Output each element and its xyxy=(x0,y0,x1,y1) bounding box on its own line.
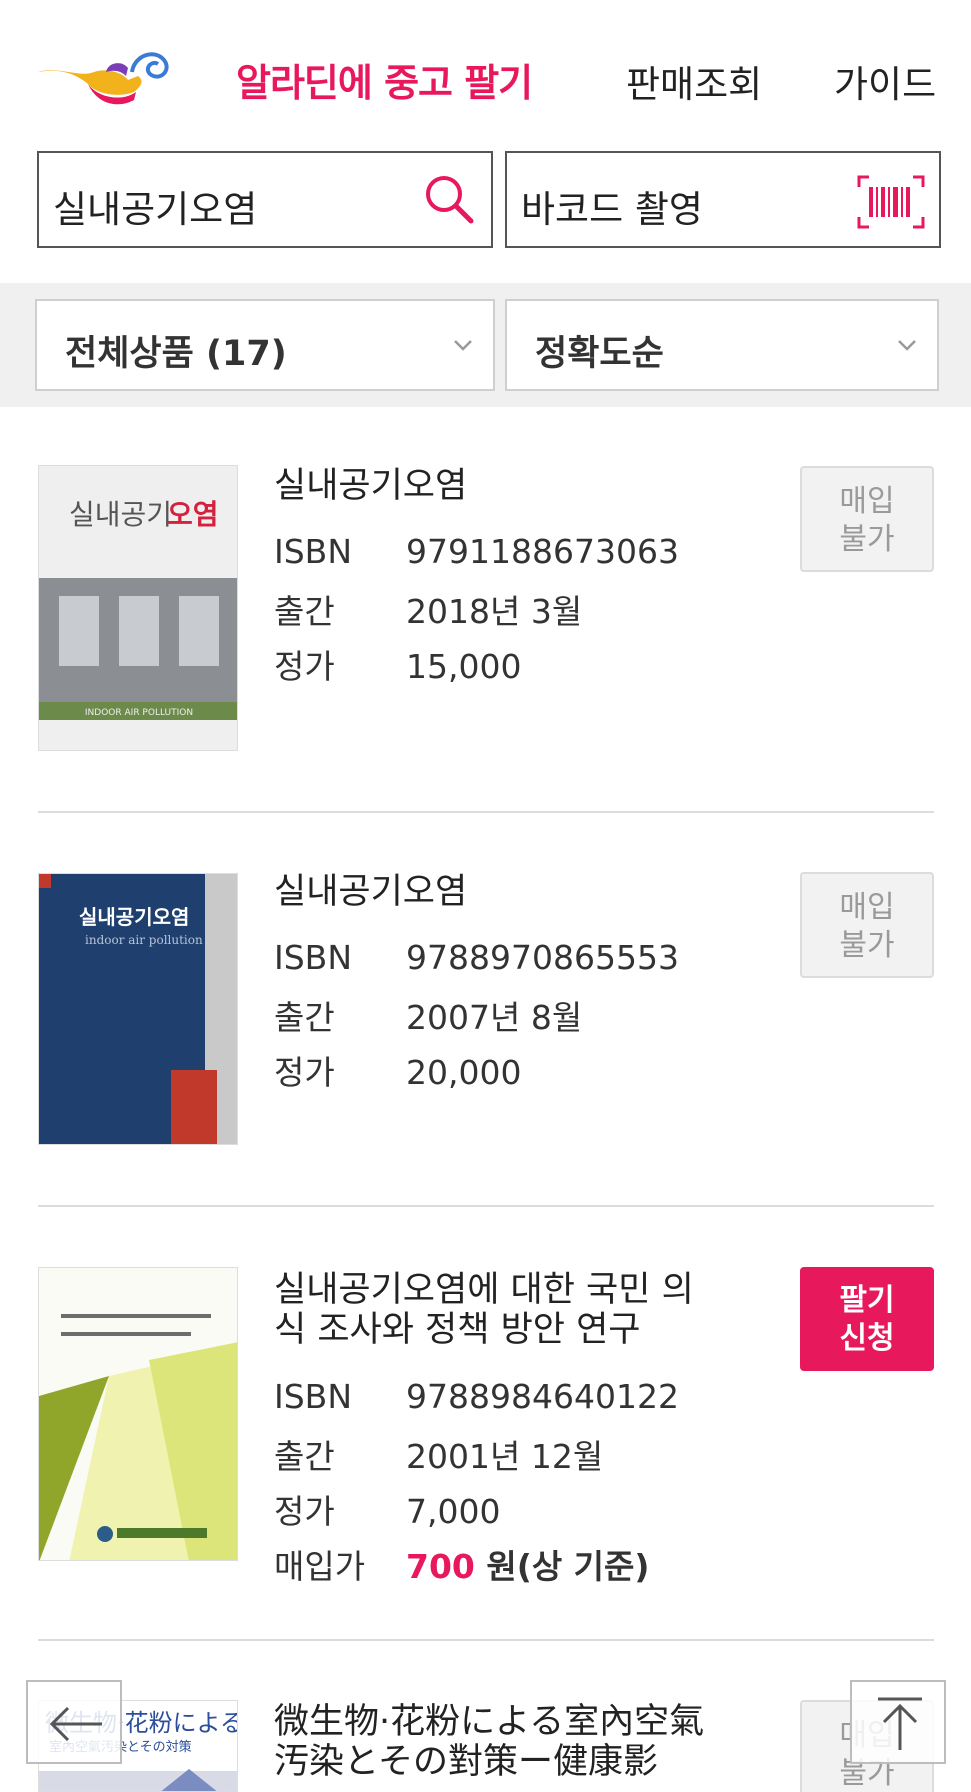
isbn-row: ISBN 9788970865553 xyxy=(274,938,679,977)
search-query-text: 실내공기오염 xyxy=(53,188,258,231)
action-line-2: 불가 xyxy=(839,522,895,557)
sell-request-button[interactable]: 팔기 신청 xyxy=(800,1267,934,1371)
isbn-value: 9788970865553 xyxy=(406,938,679,977)
chevron-down-icon xyxy=(898,340,916,351)
barcode-label: 바코드 촬영 xyxy=(521,188,703,231)
isbn-row: ISBN 9788984640122 xyxy=(274,1377,679,1416)
list-price-row: 정가 7,000 xyxy=(274,1485,500,1533)
divider xyxy=(38,811,934,813)
isbn-row: ISBN 9791188673063 xyxy=(274,532,679,571)
published-row: 출간 2018년 3월 xyxy=(274,585,582,633)
barcode-icon xyxy=(857,175,925,229)
divider xyxy=(38,1639,934,1641)
book-cover[interactable] xyxy=(38,1267,238,1561)
isbn-value: 9788984640122 xyxy=(406,1377,679,1416)
nav-sales-lookup[interactable]: 판매조회 xyxy=(626,54,762,108)
list-price-row: 정가 15,000 xyxy=(274,640,521,688)
isbn-label: ISBN xyxy=(274,938,353,977)
cover-subtitle: indoor air pollution xyxy=(85,933,203,947)
isbn-label: ISBN xyxy=(274,1377,353,1416)
published-row: 출간 2007년 8월 xyxy=(274,991,582,1039)
isbn-label: ISBN xyxy=(274,532,353,571)
list-price-label: 정가 xyxy=(274,1053,335,1092)
isbn-value: 9791188673063 xyxy=(406,532,679,571)
list-price-value: 15,000 xyxy=(406,647,522,686)
action-line-1: 매입 xyxy=(839,890,895,925)
brand-title[interactable]: 알라딘에 중고 팔기 xyxy=(236,52,533,107)
action-line-2: 신청 xyxy=(839,1321,895,1356)
book-title[interactable]: 실내공기오염 xyxy=(274,466,467,506)
list-price-label: 정가 xyxy=(274,1492,335,1531)
arrow-up-icon xyxy=(878,1697,922,1750)
cover-title-a: 실내공기 xyxy=(69,498,172,531)
published-value: 2001년 12월 xyxy=(406,1437,604,1476)
nav-guide[interactable]: 가이드 xyxy=(834,54,936,108)
published-value: 2007년 8월 xyxy=(406,998,583,1037)
aladin-lamp-logo[interactable] xyxy=(36,42,172,110)
book-cover[interactable]: 실내공기오염 indoor air pollution xyxy=(38,873,238,1145)
sort-select[interactable]: 정확도순 xyxy=(505,299,939,391)
book-cover[interactable]: 실내공기 오염 INDOOR AIR POLLUTION xyxy=(38,465,238,751)
cover-footer: INDOOR AIR POLLUTION xyxy=(85,708,193,718)
list-price-value: 20,000 xyxy=(406,1053,522,1092)
category-select-value: 전체상품 (17) xyxy=(65,334,287,374)
buy-price-row: 매입가 700 원(상 기준) xyxy=(274,1540,649,1588)
search-icon[interactable] xyxy=(423,173,475,225)
scroll-top-button[interactable] xyxy=(850,1680,946,1764)
published-label: 출간 xyxy=(274,998,335,1037)
search-input[interactable]: 실내공기오염 xyxy=(37,151,493,248)
cover-title: 실내공기오염 xyxy=(79,905,189,929)
list-price-value: 7,000 xyxy=(406,1492,501,1531)
book-cover-art: 실내공기 오염 INDOOR AIR POLLUTION xyxy=(39,466,237,750)
category-select[interactable]: 전체상품 (17) xyxy=(35,299,495,391)
book-title[interactable]: 실내공기오염에 대한 국민 의식 조사와 정책 방안 연구 xyxy=(274,1270,714,1350)
book-title[interactable]: 微生物·花粉による室內空氣汚染とその對策ー健康影 xyxy=(274,1702,714,1782)
list-price-row: 정가 20,000 xyxy=(274,1046,521,1094)
action-line-1: 팔기 xyxy=(839,1283,895,1318)
action-line-1: 매입 xyxy=(839,484,895,519)
book-title[interactable]: 실내공기오염 xyxy=(274,872,467,912)
divider xyxy=(38,1205,934,1207)
chevron-down-icon xyxy=(454,340,472,351)
barcode-scan-button[interactable]: 바코드 촬영 xyxy=(505,151,941,248)
buy-price-suffix: 원(상 기준) xyxy=(474,1547,650,1586)
sort-select-value: 정확도순 xyxy=(535,334,664,374)
published-label: 출간 xyxy=(274,1437,335,1476)
list-price-label: 정가 xyxy=(274,647,335,686)
arrow-left-icon xyxy=(49,1706,102,1742)
buy-price-value: 700 xyxy=(406,1547,475,1586)
buy-unavailable-button: 매입 불가 xyxy=(800,466,934,572)
filter-bar: 전체상품 (17) 정확도순 xyxy=(0,283,971,407)
app-header: 알라딘에 중고 팔기 판매조회 가이드 xyxy=(0,0,971,145)
book-cover-art: 실내공기오염 indoor air pollution xyxy=(39,874,237,1144)
book-cover-art xyxy=(39,1268,237,1560)
published-label: 출간 xyxy=(274,592,335,631)
published-value: 2018년 3월 xyxy=(406,592,583,631)
buy-unavailable-button: 매입 불가 xyxy=(800,872,934,978)
cover-title-b: 오염 xyxy=(167,498,219,531)
action-line-2: 불가 xyxy=(839,928,895,963)
buy-price-label: 매입가 xyxy=(274,1547,366,1586)
published-row: 출간 2001년 12월 xyxy=(274,1430,603,1478)
back-button[interactable] xyxy=(26,1680,122,1764)
